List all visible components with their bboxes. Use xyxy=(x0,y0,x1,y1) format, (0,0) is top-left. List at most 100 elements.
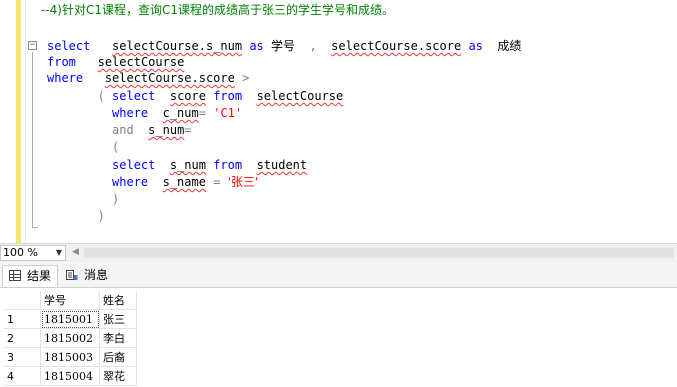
code-line: where s_name = '张三' xyxy=(47,174,258,190)
fold-guide xyxy=(32,52,33,228)
table-row[interactable]: 3 1815003 后裔 xyxy=(4,347,137,367)
results-table: 学号 姓名 1 1815001 张三 2 1815002 李白 3 1815003 后裔 4 181… xyxy=(4,291,137,386)
row-header-corner[interactable] xyxy=(4,291,41,310)
code-line: select s_num from student xyxy=(47,157,307,173)
code-line: where c_num= 'C1' xyxy=(47,105,242,121)
code-line: from selectCourse xyxy=(47,54,184,70)
zoom-value: 100 % xyxy=(3,246,38,259)
code-token: , xyxy=(295,39,332,53)
code-token: from xyxy=(213,89,243,103)
scroll-left-icon[interactable]: ◀ xyxy=(72,247,79,257)
row-number[interactable]: 4 xyxy=(4,366,41,386)
sql-editor[interactable]: − --4)针对C1课程，查询C1课程的成绩高于张三的学生学号和成绩。 selec… xyxy=(0,0,677,243)
code-token: = xyxy=(198,106,214,120)
code-line: and s_num= xyxy=(47,122,192,138)
messages-icon xyxy=(66,270,78,280)
code-token: select xyxy=(112,158,156,172)
code-token: s_name xyxy=(162,175,206,189)
code-token: student xyxy=(256,158,308,172)
cell-name[interactable]: 后裔 xyxy=(99,347,137,367)
cell-name[interactable]: 翠花 xyxy=(99,366,137,386)
code-token: ) xyxy=(47,209,105,223)
cell-student-id[interactable]: 1815001 xyxy=(40,309,100,329)
code-token: > xyxy=(234,71,250,85)
row-number[interactable]: 3 xyxy=(4,347,41,367)
tab-results[interactable]: 结果 xyxy=(2,265,58,287)
grid-icon xyxy=(9,270,21,281)
tab-messages[interactable]: 消息 xyxy=(60,265,118,287)
table-row[interactable]: 1 1815001 张三 xyxy=(4,309,137,329)
horizontal-scrollbar[interactable] xyxy=(84,248,674,258)
tab-results-label: 结果 xyxy=(27,269,52,283)
row-number[interactable]: 2 xyxy=(4,328,41,348)
code-token: from xyxy=(47,55,76,69)
code-token: selectCourse.s_num xyxy=(112,39,243,53)
tab-messages-label: 消息 xyxy=(84,268,109,282)
cell-name[interactable]: 李白 xyxy=(99,328,137,348)
chevron-down-icon: ▼ xyxy=(55,248,62,257)
code-token: 'C1' xyxy=(213,106,243,120)
code-token: --4)针对C1课程，查询C1课程的成绩高于张三的学生学号和成绩。 xyxy=(41,3,395,17)
code-token: c_num xyxy=(162,106,199,120)
code-token: where xyxy=(112,106,149,120)
row-number[interactable]: 1 xyxy=(4,309,41,329)
code-token: ) xyxy=(47,192,120,206)
code-token: select xyxy=(47,39,91,53)
gutter-divider xyxy=(25,0,26,243)
editor-statusbar: 100 % ▼ ◀ xyxy=(0,243,677,262)
code-token: ( xyxy=(47,89,113,103)
cell-student-id[interactable]: 1815004 xyxy=(40,366,100,386)
table-row[interactable]: 4 1815004 翠花 xyxy=(4,366,137,386)
code-token: '张三' xyxy=(227,175,259,189)
code-token: selectCourse xyxy=(97,55,185,69)
code-line: select selectCourse.s_num as 学号 , select… xyxy=(47,38,521,54)
code-line: where selectCourse.score > xyxy=(47,70,249,86)
code-token: as xyxy=(468,39,483,53)
zoom-select[interactable]: 100 % ▼ xyxy=(0,245,66,261)
code-line: ( xyxy=(47,139,119,155)
code-token: as xyxy=(249,39,264,53)
code-token: selectCourse xyxy=(256,89,344,103)
cell-student-id[interactable]: 1815003 xyxy=(40,347,100,367)
change-marker xyxy=(16,0,21,243)
column-header-student-id[interactable]: 学号 xyxy=(40,291,100,310)
code-token: where xyxy=(47,71,84,85)
code-token: ( xyxy=(47,140,120,154)
code-token: where xyxy=(112,175,149,189)
code-token: = xyxy=(184,123,192,137)
header-row: 学号 姓名 xyxy=(4,291,137,310)
code-line: ) xyxy=(47,208,105,224)
results-grid[interactable]: 学号 姓名 1 1815001 张三 2 1815002 李白 3 1815003 后裔 4 181… xyxy=(0,288,677,387)
collapse-icon[interactable]: − xyxy=(28,41,37,50)
code-token: and xyxy=(112,123,134,137)
cell-name[interactable]: 张三 xyxy=(99,309,137,329)
table-row[interactable]: 2 1815002 李白 xyxy=(4,328,137,348)
code-line: ) xyxy=(47,191,119,207)
code-token: select xyxy=(112,89,156,103)
code-token: 学号 xyxy=(271,39,296,53)
code-token: selectCourse.score xyxy=(104,71,235,85)
code-token: s_num xyxy=(148,123,185,137)
code-token: from xyxy=(213,158,243,172)
code-line: ( select score from selectCourse xyxy=(47,88,344,104)
code-line: --4)针对C1课程，查询C1课程的成绩高于张三的学生学号和成绩。 xyxy=(41,2,394,18)
code-token: s_num xyxy=(169,158,206,172)
cell-student-id[interactable]: 1815002 xyxy=(40,328,100,348)
column-header-name[interactable]: 姓名 xyxy=(99,291,137,310)
